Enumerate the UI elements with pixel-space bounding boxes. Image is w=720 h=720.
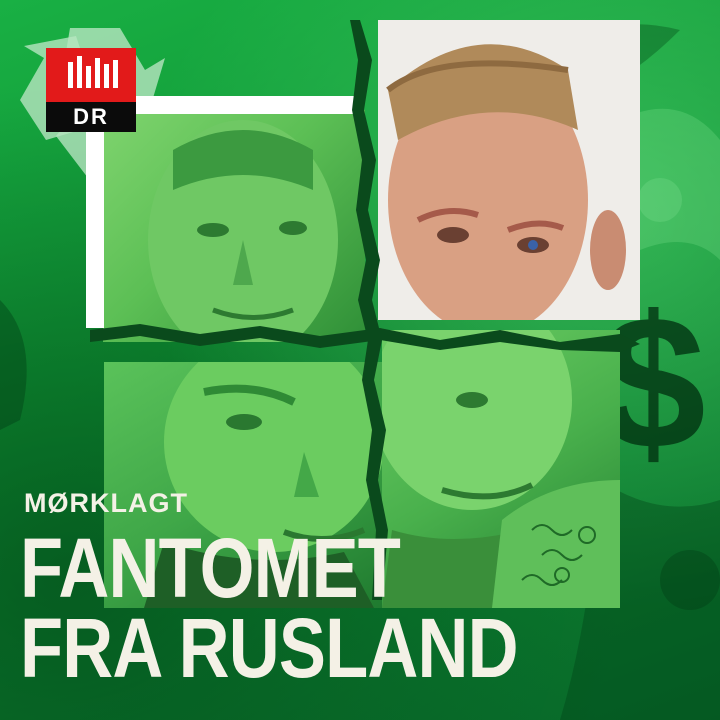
- dr-logo: DR: [46, 48, 136, 132]
- dr-logo-mark: [46, 48, 136, 102]
- title-line-1: FANTOMET: [20, 521, 401, 615]
- episode-title: FANTOMET FRA RUSLAND: [20, 521, 519, 695]
- title-line-2: FRA RUSLAND: [20, 601, 519, 695]
- dr-logo-text: DR: [46, 102, 136, 132]
- series-name: MØRKLAGT: [24, 488, 188, 518]
- podcast-cover: $ DR MØRKLAGT FANTOMET FRA RUSLAND: [0, 0, 720, 720]
